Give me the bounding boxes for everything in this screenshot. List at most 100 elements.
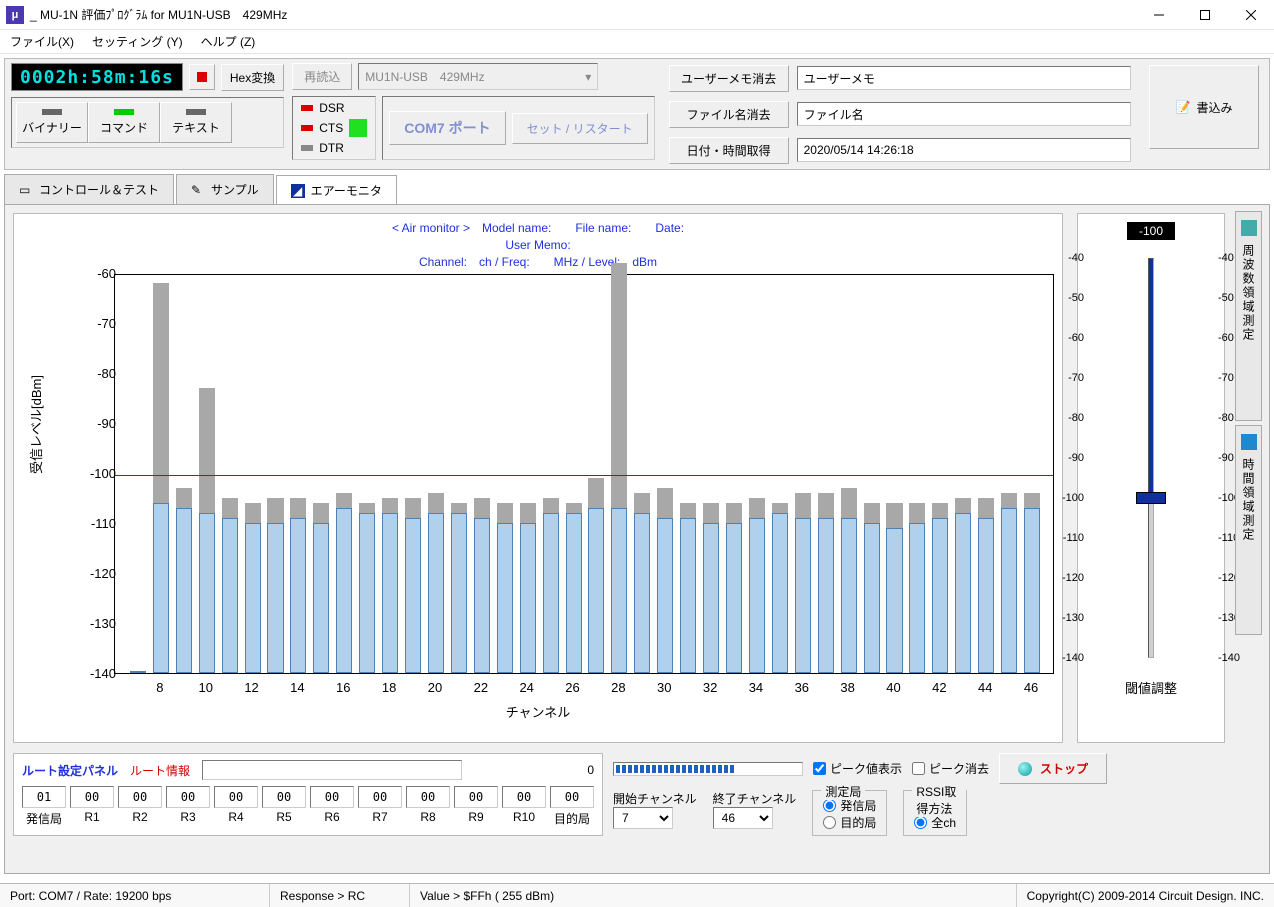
route-cell[interactable]: 00R1: [70, 786, 114, 827]
y-tick: -100: [90, 466, 116, 481]
timer-display: 0002h:58m:16s: [11, 63, 183, 91]
chart-bar: [428, 273, 444, 673]
threshold-label: 閾値調整: [1082, 678, 1220, 697]
chart-bar: [199, 273, 215, 673]
x-tick: 16: [328, 680, 358, 695]
mode-text-button[interactable]: テキスト: [160, 102, 232, 143]
set-restart-button[interactable]: セット / リスタート: [512, 113, 648, 144]
tab-control-test[interactable]: ▭コントロール＆テスト: [4, 174, 174, 204]
x-tick: 38: [833, 680, 863, 695]
chart-bar: [841, 273, 857, 673]
chart-bar: [382, 273, 398, 673]
x-tick: 22: [466, 680, 496, 695]
sidetab-time[interactable]: 時間領域測定: [1235, 425, 1262, 635]
chart-bar: [795, 273, 811, 673]
com-port-button[interactable]: COM7 ポート: [389, 111, 505, 145]
filename-input[interactable]: [797, 102, 1131, 126]
chart-bar: [176, 273, 192, 673]
toolbar: 0002h:58m:16s Hex変換 バイナリー コマンド テキスト 再読込 …: [4, 58, 1270, 170]
route-cell[interactable]: 00R9: [454, 786, 498, 827]
route-cell[interactable]: 00R4: [214, 786, 258, 827]
mode-command-button[interactable]: コマンド: [88, 102, 160, 143]
plot-area: [114, 274, 1054, 674]
route-cell[interactable]: 00R6: [310, 786, 354, 827]
record-button[interactable]: [189, 64, 215, 90]
reload-button[interactable]: 再読込: [292, 63, 352, 90]
chart-bar: [359, 273, 375, 673]
x-tick: 18: [374, 680, 404, 695]
hex-convert-button[interactable]: Hex変換: [221, 64, 284, 91]
end-channel-group: 終了チャンネル 46: [713, 790, 797, 829]
station-dest-radio[interactable]: 目的局: [823, 814, 876, 831]
x-tick: 40: [879, 680, 909, 695]
device-combo[interactable]: MU1N-USB 429MHz▾: [358, 63, 598, 90]
end-channel-select[interactable]: 46: [713, 807, 773, 829]
chart-bar: [909, 273, 925, 673]
freq-icon: [1241, 220, 1257, 236]
dsr-led: [301, 105, 313, 111]
clear-memo-button[interactable]: ユーザーメモ消去: [669, 65, 789, 92]
menu-file[interactable]: ファイル(X): [4, 31, 80, 52]
route-info-label: ルート情報: [130, 762, 190, 779]
route-cell[interactable]: 00R8: [406, 786, 450, 827]
chart-bar: [772, 273, 788, 673]
threshold-slider[interactable]: -40-40-50-50-60-60-70-70-80-80-90-90-100…: [1090, 258, 1212, 658]
maximize-button[interactable]: [1182, 0, 1228, 30]
tabstrip: ▭コントロール＆テスト ✎サンプル ◢エアーモニタ: [0, 174, 1274, 204]
route-cell[interactable]: 00R2: [118, 786, 162, 827]
x-tick: 44: [970, 680, 1000, 695]
chart-bar: [726, 273, 742, 673]
route-cell[interactable]: 00R7: [358, 786, 402, 827]
route-info-input[interactable]: [202, 760, 462, 780]
get-datetime-button[interactable]: 日付・時間取得: [669, 137, 789, 164]
chart-bar: [290, 273, 306, 673]
stop-button[interactable]: ストップ: [999, 753, 1107, 784]
route-cell[interactable]: 01発信局: [22, 786, 66, 827]
write-button[interactable]: 📝 書込み: [1149, 65, 1259, 149]
statusbar: Port: COM7 / Rate: 19200 bps Response > …: [0, 883, 1274, 907]
y-tick: -90: [97, 416, 116, 431]
close-button[interactable]: [1228, 0, 1274, 30]
menu-settings[interactable]: セッティング (Y): [86, 31, 189, 52]
route-cell[interactable]: 00目的局: [550, 786, 594, 827]
tab-sample[interactable]: ✎サンプル: [176, 174, 274, 204]
y-tick: -60: [97, 266, 116, 281]
chart-bar: [955, 273, 971, 673]
chart-bar: [520, 273, 536, 673]
chart-bar: [474, 273, 490, 673]
route-zero: 0: [587, 763, 594, 777]
route-cell[interactable]: 00R5: [262, 786, 306, 827]
clear-filename-button[interactable]: ファイル名消去: [669, 101, 789, 128]
y-tick: -140: [90, 666, 116, 681]
route-cell[interactable]: 00R3: [166, 786, 210, 827]
x-tick: 8: [145, 680, 175, 695]
record-icon: [197, 72, 207, 82]
chart-bar: [588, 273, 604, 673]
chart-bar: [1024, 273, 1040, 673]
y-tick: -110: [91, 516, 116, 531]
start-channel-select[interactable]: 7: [613, 807, 673, 829]
threshold-badge: -100: [1127, 222, 1175, 240]
chart-bar: [267, 273, 283, 673]
chart-bar: [222, 273, 238, 673]
datetime-input[interactable]: [797, 138, 1131, 162]
minimize-button[interactable]: [1136, 0, 1182, 30]
tab-content: < Air monitor > Model name: File name: D…: [4, 204, 1270, 874]
app-icon: μ: [6, 6, 24, 24]
stop-icon: [1018, 762, 1032, 776]
tab-air-monitor[interactable]: ◢エアーモニタ: [276, 175, 397, 205]
status-copyright: Copyright(C) 2009-2014 Circuit Design. I…: [1017, 884, 1274, 907]
cts-indicator: [349, 119, 367, 137]
route-panel: ルート設定パネル ルート情報 0 01発信局00R100R200R300R400…: [13, 753, 603, 836]
memo-input[interactable]: [797, 66, 1131, 90]
peak-show-checkbox[interactable]: ピーク値表示: [813, 760, 902, 777]
chart-bar: [932, 273, 948, 673]
route-cell[interactable]: 00R10: [502, 786, 546, 827]
window-title: _ MU-1N 評価ﾌﾟﾛｸﾞﾗﾑ for MU1N-USB 429MHz: [30, 6, 1136, 23]
bottom-row: ルート設定パネル ルート情報 0 01発信局00R100R200R300R400…: [13, 753, 1225, 836]
peak-clear-checkbox[interactable]: ピーク消去: [912, 760, 989, 777]
sidetab-frequency[interactable]: 周波数領域測定: [1235, 211, 1262, 421]
menu-help[interactable]: ヘルプ (Z): [195, 31, 262, 52]
status-port: Port: COM7 / Rate: 19200 bps: [0, 884, 270, 907]
mode-binary-button[interactable]: バイナリー: [16, 102, 88, 143]
